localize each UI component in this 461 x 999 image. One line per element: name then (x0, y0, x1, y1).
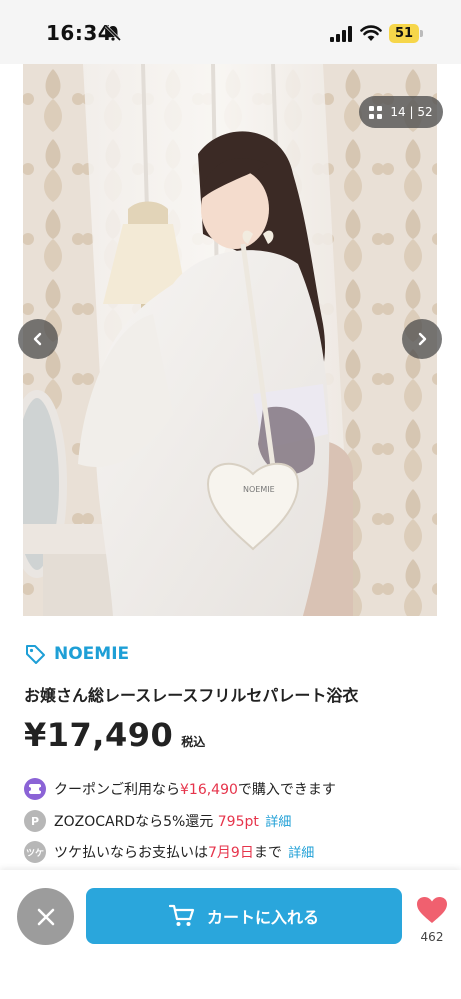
add-to-cart-label: カートに入れる (206, 908, 319, 927)
status-time: 16:34 (46, 21, 113, 45)
zozocard-points: 795pt (217, 814, 259, 830)
previous-image-button[interactable] (18, 319, 58, 359)
coupon-row: クーポンご利用なら¥16,490で購入できます (24, 778, 336, 800)
tsuke-icon: ツケ (24, 841, 46, 863)
coupon-price: ¥16,490 (180, 782, 238, 798)
price-row: ¥17,490 税込 (24, 716, 205, 754)
favorite-count: 462 (420, 930, 444, 944)
tsuke-row: ツケ ツケ払いならお支払いは7月9日まで 詳細 (24, 841, 314, 863)
bottom-action-bar: カートに入れる 462 (0, 870, 461, 999)
brand-link[interactable]: NOEMIE (24, 643, 129, 665)
favorite-button[interactable]: 462 (414, 896, 450, 944)
tsuke-detail-link[interactable]: 詳細 (288, 846, 314, 861)
signal-icon (330, 26, 352, 42)
bell-slash-icon (104, 24, 122, 42)
brand-name: NOEMIE (54, 644, 130, 664)
cart-icon (168, 904, 195, 926)
bag-logo: NOEMIE (243, 485, 275, 494)
next-image-button[interactable] (402, 319, 442, 359)
price: ¥17,490 (24, 716, 174, 754)
tag-icon (26, 645, 45, 664)
close-icon (37, 908, 54, 925)
tax-label: 税込 (181, 735, 206, 749)
wifi-icon (360, 25, 382, 41)
zozocard-row: P ZOZOCARDなら5%還元 795pt 詳細 (24, 810, 291, 832)
chevron-left-icon (33, 332, 42, 346)
product-title: お嬢さん総レースレースフリルセパレート浴衣 (24, 686, 359, 705)
coupon-suffix: で購入できます (237, 782, 336, 798)
product-photo-image: NOEMIE (23, 64, 437, 616)
product-photo[interactable]: NOEMIE (23, 64, 437, 616)
tsuke-suffix: まで (253, 845, 282, 861)
tsuke-date: 7月9日 (208, 845, 254, 861)
zozocard-text: ZOZOCARDなら5%還元 (54, 814, 218, 830)
tsuke-text: ツケ払いならお支払いは (54, 845, 208, 861)
chevron-right-icon (418, 332, 427, 346)
status-bar: 16:34 51 (0, 0, 461, 64)
close-button[interactable] (17, 888, 74, 945)
zozocard-detail-link[interactable]: 詳細 (265, 815, 291, 830)
heart-icon (417, 897, 447, 923)
gallery-counter[interactable]: 14 | 52 (359, 96, 443, 128)
gallery-counter-text: 14 | 52 (390, 105, 433, 119)
points-icon: P (24, 810, 46, 832)
coupon-icon (24, 778, 46, 800)
grid-icon (369, 105, 383, 119)
add-to-cart-button[interactable]: カートに入れる (86, 888, 402, 944)
coupon-text: クーポンご利用なら (54, 782, 180, 798)
battery-level: 51 (394, 26, 414, 41)
battery-icon: 51 (389, 24, 423, 43)
